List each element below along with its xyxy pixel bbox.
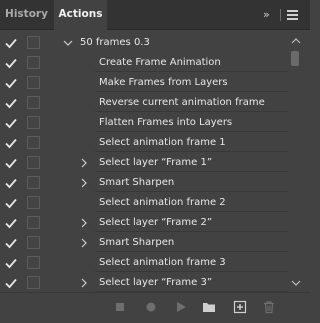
action-label: Select layer “Frame 1” bbox=[99, 157, 213, 168]
dialog-toggle-box[interactable] bbox=[27, 276, 40, 289]
dialog-toggle-box[interactable] bbox=[27, 96, 40, 109]
checkmark-icon[interactable] bbox=[4, 216, 18, 230]
action-label: Select layer “Frame 2” bbox=[99, 217, 213, 228]
dialog-toggle-box[interactable] bbox=[27, 156, 40, 169]
actions-list: 50 frames 0.3 Create Frame Animation Make… bbox=[0, 33, 288, 293]
action-label: Select animation frame 2 bbox=[99, 197, 226, 208]
action-label: Select animation frame 1 bbox=[99, 137, 226, 148]
action-label-area: Smart Sharpen bbox=[95, 173, 288, 192]
checkmark-icon[interactable] bbox=[4, 256, 18, 270]
action-label-area: Select layer “Frame 2” bbox=[95, 213, 288, 232]
action-label: Smart Sharpen bbox=[99, 237, 175, 248]
action-row[interactable]: Smart Sharpen bbox=[0, 233, 288, 253]
action-row[interactable]: Select layer “Frame 3” bbox=[0, 273, 288, 293]
action-label-area: Smart Sharpen bbox=[95, 233, 288, 252]
chevron-right-icon[interactable] bbox=[80, 178, 88, 188]
scroll-down-icon[interactable] bbox=[291, 279, 301, 287]
tab-bar-divider bbox=[280, 9, 281, 21]
action-row[interactable]: Reverse current animation frame bbox=[0, 93, 288, 113]
action-label-area: Create Frame Animation bbox=[95, 53, 288, 72]
action-label: Select animation frame 3 bbox=[99, 257, 226, 268]
action-label: Smart Sharpen bbox=[99, 177, 175, 188]
action-row[interactable]: Select layer “Frame 1” bbox=[0, 153, 288, 173]
action-label-area: Select animation frame 3 bbox=[95, 253, 288, 272]
action-set-row[interactable]: 50 frames 0.3 bbox=[0, 33, 288, 53]
action-label-area: Flatten Frames into Layers bbox=[95, 113, 288, 132]
action-label: Create Frame Animation bbox=[99, 57, 221, 68]
new-action-icon[interactable] bbox=[233, 300, 247, 314]
action-label-area: Reverse current animation frame bbox=[95, 93, 288, 112]
trash-icon[interactable] bbox=[262, 300, 276, 314]
checkmark-icon[interactable] bbox=[4, 236, 18, 250]
tab-history[interactable]: History bbox=[0, 0, 53, 29]
checkmark-icon[interactable] bbox=[4, 276, 18, 290]
checkmark-icon[interactable] bbox=[4, 136, 18, 150]
dialog-toggle-box[interactable] bbox=[27, 256, 40, 269]
record-icon[interactable] bbox=[144, 300, 158, 314]
dialog-toggle-box[interactable] bbox=[27, 236, 40, 249]
action-label: Select layer “Frame 3” bbox=[99, 277, 213, 288]
action-label-area: Select layer “Frame 3” bbox=[95, 273, 288, 292]
actions-footer-toolbar bbox=[0, 292, 310, 323]
play-icon[interactable] bbox=[174, 300, 188, 314]
dialog-toggle-box[interactable] bbox=[27, 116, 40, 129]
hamburger-menu-icon[interactable] bbox=[287, 8, 298, 22]
checkmark-icon[interactable] bbox=[4, 76, 18, 90]
dialog-toggle-box[interactable] bbox=[27, 176, 40, 189]
scroll-up-icon[interactable] bbox=[291, 37, 301, 45]
dialog-toggle-box[interactable] bbox=[27, 216, 40, 229]
action-label-area: Select animation frame 1 bbox=[95, 133, 288, 152]
action-row[interactable]: Select animation frame 2 bbox=[0, 193, 288, 213]
action-row[interactable]: Make Frames from Layers bbox=[0, 73, 288, 93]
action-label-area: Make Frames from Layers bbox=[95, 73, 288, 92]
checkmark-icon[interactable] bbox=[4, 36, 18, 50]
chevron-right-icon[interactable] bbox=[80, 158, 88, 168]
dialog-toggle-box[interactable] bbox=[27, 56, 40, 69]
stop-icon[interactable] bbox=[113, 300, 127, 314]
panel-tab-bar: History Actions ›› bbox=[0, 0, 310, 31]
action-label: Flatten Frames into Layers bbox=[99, 117, 233, 128]
new-set-folder-icon[interactable] bbox=[202, 300, 216, 314]
action-row[interactable]: Select layer “Frame 2” bbox=[0, 213, 288, 233]
action-row[interactable]: Select animation frame 1 bbox=[0, 133, 288, 153]
checkmark-icon[interactable] bbox=[4, 196, 18, 210]
action-row[interactable]: Flatten Frames into Layers bbox=[0, 113, 288, 133]
checkmark-icon[interactable] bbox=[4, 156, 18, 170]
checkmark-icon[interactable] bbox=[4, 56, 18, 70]
tab-actions[interactable]: Actions bbox=[54, 0, 107, 31]
action-label: Reverse current animation frame bbox=[99, 97, 265, 108]
chevron-right-icon[interactable] bbox=[80, 238, 88, 248]
action-row[interactable]: Smart Sharpen bbox=[0, 173, 288, 193]
chevron-right-icon[interactable] bbox=[80, 278, 88, 288]
checkmark-icon[interactable] bbox=[4, 176, 18, 190]
action-row[interactable]: Select animation frame 3 bbox=[0, 253, 288, 273]
scrollbar-thumb[interactable] bbox=[291, 51, 299, 66]
dialog-toggle-box[interactable] bbox=[27, 136, 40, 149]
action-row[interactable]: Create Frame Animation bbox=[0, 53, 288, 73]
chevron-right-icon[interactable] bbox=[80, 218, 88, 228]
checkmark-icon[interactable] bbox=[4, 96, 18, 110]
double-chevron-right-icon[interactable]: ›› bbox=[263, 8, 270, 22]
action-label: Make Frames from Layers bbox=[99, 77, 228, 88]
action-label-area: Select animation frame 2 bbox=[95, 193, 288, 212]
action-set-name: 50 frames 0.3 bbox=[80, 37, 150, 48]
chevron-down-icon[interactable] bbox=[63, 39, 73, 47]
dialog-toggle-box[interactable] bbox=[27, 196, 40, 209]
checkmark-icon[interactable] bbox=[4, 116, 18, 130]
dialog-toggle-box[interactable] bbox=[27, 76, 40, 89]
dialog-toggle-box[interactable] bbox=[27, 36, 40, 49]
action-label-area: Select layer “Frame 1” bbox=[95, 153, 288, 172]
scrollbar[interactable] bbox=[288, 33, 304, 291]
